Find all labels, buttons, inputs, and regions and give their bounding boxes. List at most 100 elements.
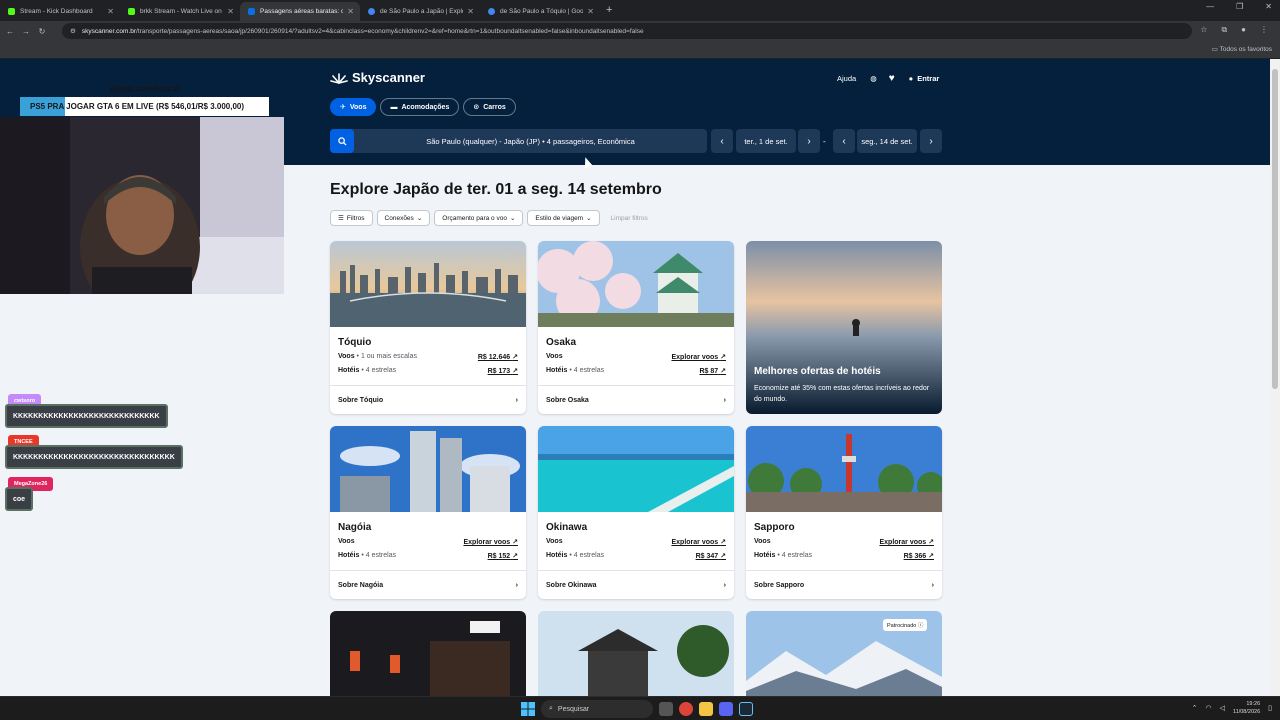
travel-style-dropdown[interactable]: Estilo de viagem ⌄: [527, 210, 600, 226]
steam-icon[interactable]: [739, 702, 753, 716]
tab-cars[interactable]: ⊙ Carros: [463, 98, 516, 116]
chrome-icon[interactable]: [679, 702, 693, 716]
explore-flights-link[interactable]: Explorar voos ↗: [463, 538, 518, 546]
help-link[interactable]: Ajuda: [837, 74, 856, 83]
tab-kick-dashboard[interactable]: Stream - Kick Dashboard ✕: [0, 2, 120, 21]
external-link-icon: ↗: [720, 553, 726, 560]
card-title: Tóquio: [338, 337, 372, 348]
hotel-deals-promo[interactable]: Melhores ofertas de hotéis Economize até…: [746, 241, 942, 414]
info-icon[interactable]: ⓘ: [918, 623, 924, 629]
clear-filters-button[interactable]: Limpar filtros: [604, 210, 655, 226]
external-link-icon: ↗: [720, 354, 726, 361]
hotels-price-link[interactable]: R$ 366 ↗: [904, 552, 934, 560]
explore-flights-link[interactable]: Explorar voos ↗: [671, 538, 726, 546]
close-tab-icon[interactable]: ✕: [227, 7, 234, 16]
site-info-icon[interactable]: ⚙: [70, 27, 76, 35]
notifications-icon[interactable]: ▯: [1268, 704, 1272, 712]
maximize-icon[interactable]: ❐: [1236, 2, 1243, 11]
taskbar-search[interactable]: ⌕ Pesquisar: [541, 700, 653, 718]
new-tab-button[interactable]: +: [606, 2, 612, 21]
address-bar[interactable]: ⚙ skyscanner.com.br/transporte/passagens…: [62, 23, 1192, 39]
destination-card-image-castle[interactable]: [538, 611, 734, 696]
extensions-icon[interactable]: ⧉: [1221, 25, 1227, 35]
return-prev-button[interactable]: ‹: [833, 129, 855, 153]
flights-row: Voos Explorar voos ↗: [754, 538, 934, 546]
back-icon[interactable]: ←: [2, 27, 18, 36]
external-link-icon: ↗: [928, 539, 934, 546]
filters-button[interactable]: ☰ Filtros: [330, 210, 373, 226]
about-link[interactable]: Sobre Tóquio ›: [330, 385, 526, 414]
tab-hotels[interactable]: ▬ Acomodações: [380, 98, 460, 116]
close-tab-icon[interactable]: ✕: [467, 7, 474, 16]
about-link[interactable]: Sobre Nagóia ›: [330, 570, 526, 599]
sponsored-card[interactable]: Patrocinado ⓘ: [746, 611, 942, 696]
close-tab-icon[interactable]: ✕: [107, 7, 114, 16]
chevron-up-icon[interactable]: ⌃: [1192, 704, 1198, 712]
return-next-button[interactable]: ›: [920, 129, 942, 153]
external-link-icon: ↗: [928, 553, 934, 560]
bed-icon: ▬: [390, 103, 398, 111]
explore-flights-link[interactable]: Explorar voos ↗: [879, 538, 934, 546]
menu-icon[interactable]: ⋮: [1260, 25, 1268, 35]
explore-flights-link[interactable]: Explorar voos ↗: [671, 353, 726, 361]
wifi-icon[interactable]: ◠: [1206, 704, 1212, 712]
external-link-icon: ↗: [512, 553, 518, 560]
close-tab-icon[interactable]: ✕: [587, 7, 594, 16]
about-link[interactable]: Sobre Sapporo ›: [746, 570, 942, 599]
windows-start-icon[interactable]: [521, 702, 535, 716]
tab-skyscanner[interactable]: Passagens aéreas baratas: com✕: [240, 2, 360, 21]
depart-prev-button[interactable]: ‹: [711, 129, 733, 153]
depart-date[interactable]: ter., 1 de set.: [736, 129, 796, 153]
forward-icon[interactable]: →: [18, 27, 34, 36]
destination-card-image-street[interactable]: [330, 611, 526, 696]
destination-card-okinawa[interactable]: Okinawa Voos Explorar voos ↗ Hotéis • 4 e…: [538, 426, 734, 599]
page-scrollbar[interactable]: [1270, 59, 1280, 696]
close-tab-icon[interactable]: ✕: [347, 7, 354, 16]
user-icon: ●: [908, 74, 914, 83]
file-explorer-icon[interactable]: [699, 702, 713, 716]
scrollbar-thumb[interactable]: [1272, 69, 1278, 389]
discord-icon[interactable]: [719, 702, 733, 716]
tab-flights[interactable]: ✈ Voos: [330, 98, 377, 116]
globe-icon[interactable]: ◍: [870, 74, 877, 83]
depart-next-button[interactable]: ›: [798, 129, 820, 153]
google-favicon-icon: [368, 8, 375, 15]
task-view-icon[interactable]: [659, 702, 673, 716]
search-summary-bar[interactable]: São Paulo (qualquer) - Japão (JP) • 4 pa…: [330, 129, 707, 153]
flights-price-link[interactable]: R$ 12.646 ↗: [478, 353, 518, 361]
bookmark-star-icon[interactable]: ☆: [1200, 25, 1207, 35]
login-button[interactable]: ● Entrar: [909, 74, 940, 83]
hotels-price-link[interactable]: R$ 87 ↗: [699, 367, 726, 375]
flights-row: Voos Explorar voos ↗: [546, 538, 726, 546]
promo-title: Melhores ofertas de hotéis: [754, 366, 881, 377]
hotels-price-link[interactable]: R$ 347 ↗: [696, 552, 726, 560]
all-bookmarks[interactable]: ▭ Todos os favoritos: [1212, 45, 1272, 53]
tab-google-flights-japan[interactable]: de São Paulo a Japão | Explorar✕: [360, 2, 480, 21]
minimize-icon[interactable]: —: [1206, 2, 1214, 11]
destination-card-osaka[interactable]: Osaka Voos Explorar voos ↗ Hotéis • 4 est…: [538, 241, 734, 414]
destination-card-tokyo[interactable]: Tóquio Voos • 1 ou mais escalas R$ 12.646…: [330, 241, 526, 414]
budget-dropdown[interactable]: Orçamento para o voo ⌄: [434, 210, 524, 226]
destination-card-nagoya[interactable]: Nagóia Voos Explorar voos ↗ Hotéis • 4 es…: [330, 426, 526, 599]
search-icon[interactable]: [330, 129, 354, 153]
tab-brkk-stream[interactable]: brkk Stream - Watch Live on Ki ✕: [120, 2, 240, 21]
reload-icon[interactable]: ↻: [34, 27, 50, 36]
hotels-price-link[interactable]: R$ 152 ↗: [488, 552, 518, 560]
skyscanner-logo[interactable]: Skyscanner: [330, 70, 425, 85]
hotels-price-link[interactable]: R$ 173 ↗: [488, 367, 518, 375]
return-date[interactable]: seg., 14 de set.: [857, 129, 917, 153]
nagoya-towers-image: [330, 426, 526, 512]
volume-icon[interactable]: ◁: [1220, 704, 1225, 712]
profile-icon[interactable]: ●: [1241, 25, 1246, 35]
kick-favicon-icon: [8, 8, 15, 15]
destination-card-sapporo[interactable]: Sapporo Voos Explorar voos ↗ Hotéis • 4 e…: [746, 426, 942, 599]
window-controls: — ❐ ✕: [1206, 2, 1272, 11]
about-link[interactable]: Sobre Okinawa ›: [538, 570, 734, 599]
about-link[interactable]: Sobre Osaka ›: [538, 385, 734, 414]
close-window-icon[interactable]: ✕: [1265, 2, 1272, 11]
tab-google-flights-tokyo[interactable]: de São Paulo a Tóquio | Googl ✕: [480, 2, 600, 21]
clock[interactable]: 19:26 11/08/2026: [1233, 700, 1260, 716]
heart-icon[interactable]: ♥: [889, 73, 895, 84]
kick-favicon-icon: [128, 8, 135, 15]
stops-dropdown[interactable]: Conexões ⌄: [376, 210, 431, 226]
